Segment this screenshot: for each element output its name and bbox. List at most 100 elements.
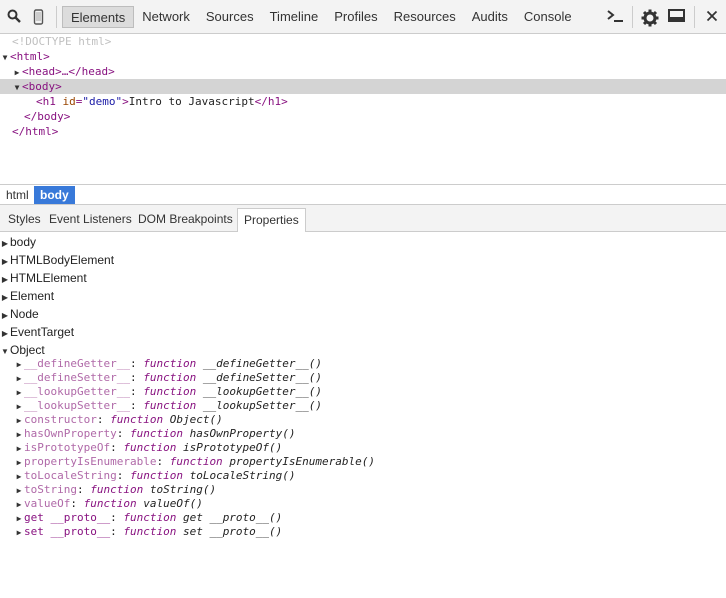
breadcrumb-body[interactable]: body — [34, 186, 75, 204]
property-type: function — [143, 399, 197, 412]
tab-event-listeners[interactable]: Event Listeners — [43, 208, 138, 232]
tab-resources[interactable]: Resources — [386, 6, 464, 28]
tab-timeline[interactable]: Timeline — [262, 6, 327, 28]
expanded-triangle-icon[interactable]: ▼ — [12, 80, 22, 95]
collapsed-triangle-icon[interactable]: ▶ — [14, 470, 24, 484]
property-group-htmlelement[interactable]: ▶ HTMLElement — [0, 269, 87, 287]
dom-node-h1[interactable]: <h1 id="demo">Intro to Javascript</h1> — [0, 94, 726, 109]
property-entry[interactable]: ▶ __defineSetter__: function __defineSett… — [14, 371, 322, 385]
h1-attr-value: "demo" — [82, 95, 123, 108]
property-signature: valueOf() — [143, 497, 203, 510]
property-entry[interactable]: ▶ __lookupGetter__: function __lookupGett… — [14, 385, 322, 399]
property-type: function — [83, 497, 137, 510]
property-group-label: HTMLElement — [10, 271, 87, 285]
property-signature: Object() — [169, 413, 223, 426]
collapsed-triangle-icon[interactable]: ▶ — [14, 372, 24, 386]
properties-pane: ▶ body ▶ HTMLBodyElement ▶ HTMLElement ▶ Ele… — [0, 232, 726, 598]
close-icon[interactable] — [704, 9, 720, 25]
property-name: constructor — [24, 413, 97, 426]
console-drawer-icon[interactable] — [606, 9, 624, 25]
h1-tag-name: h1 — [42, 95, 56, 108]
property-entry[interactable]: ▶ __defineGetter__: function __defineGett… — [14, 357, 322, 371]
expanded-triangle-icon[interactable]: ▼ — [0, 343, 10, 361]
property-group-htmlbodyelement[interactable]: ▶ HTMLBodyElement — [0, 251, 114, 269]
property-entry[interactable]: ▶ valueOf: function valueOf() — [14, 497, 203, 511]
collapsed-triangle-icon[interactable]: ▶ — [14, 400, 24, 414]
breadcrumb: html body — [0, 184, 726, 205]
tab-dom-breakpoints[interactable]: DOM Breakpoints — [132, 208, 239, 232]
property-entry[interactable]: ▶ propertyIsEnumerable: function property… — [14, 455, 375, 469]
expanded-triangle-icon[interactable]: ▼ — [0, 50, 10, 65]
property-name: toString — [24, 483, 77, 496]
property-separator: : — [129, 385, 144, 398]
tab-console[interactable]: Console — [516, 6, 580, 28]
property-group-label: Element — [10, 289, 55, 303]
tab-sources[interactable]: Sources — [198, 6, 262, 28]
property-group-body[interactable]: ▶ body — [0, 233, 36, 251]
tab-properties[interactable]: Properties — [237, 208, 306, 232]
property-group-label: Node — [10, 307, 39, 321]
collapsed-triangle-icon[interactable]: ▶ — [14, 414, 24, 428]
tab-audits[interactable]: Audits — [464, 6, 516, 28]
property-name: toLocaleString — [24, 469, 117, 482]
tab-network[interactable]: Network — [134, 6, 198, 28]
property-group-eventtarget[interactable]: ▶ EventTarget — [0, 323, 74, 341]
property-type: function — [129, 469, 183, 482]
property-group-label: EventTarget — [10, 325, 75, 339]
dock-icon[interactable] — [668, 9, 686, 25]
collapsed-triangle-icon[interactable]: ▶ — [14, 386, 24, 400]
device-icon[interactable] — [31, 9, 47, 25]
property-separator: : — [110, 525, 124, 538]
property-entry[interactable]: ▶ toString: function toString() — [14, 483, 217, 498]
property-type: function — [123, 511, 177, 524]
tab-profiles[interactable]: Profiles — [326, 6, 385, 28]
dom-node-doctype[interactable]: <!DOCTYPE html> — [0, 34, 726, 49]
html-open-tag: <html> — [10, 50, 50, 63]
property-signature: __defineGetter__() — [202, 357, 323, 370]
property-name: propertyIsEnumerable — [24, 455, 157, 468]
dom-node-body-close[interactable]: </body> — [0, 109, 726, 124]
toolbar-separator — [56, 6, 57, 28]
collapsed-triangle-icon[interactable]: ▶ — [14, 484, 24, 498]
collapsed-triangle-icon[interactable]: ▶ — [14, 456, 24, 470]
property-group-element[interactable]: ▶ Element — [0, 287, 54, 305]
dom-node-html[interactable]: ▼ <html> — [0, 49, 726, 64]
property-entry[interactable]: ▶ constructor: function Object() — [14, 413, 223, 427]
property-name: hasOwnProperty — [24, 427, 117, 440]
property-signature: isPrototypeOf() — [182, 441, 283, 454]
collapsed-triangle-icon[interactable]: ▶ — [12, 65, 22, 80]
collapsed-triangle-icon[interactable]: ▶ — [14, 358, 24, 372]
property-group-node[interactable]: ▶ Node — [0, 305, 39, 323]
property-signature: toLocaleString() — [189, 469, 296, 482]
property-entry[interactable]: ▶ __lookupSetter__: function __lookupSett… — [14, 399, 322, 413]
breadcrumb-html[interactable]: html — [0, 186, 35, 204]
property-separator: : — [129, 371, 144, 384]
panel-tabs: Elements Network Sources Timeline Profil… — [62, 6, 580, 28]
tab-styles[interactable]: Styles — [2, 208, 47, 232]
property-entry[interactable]: ▶ get __proto__: function get __proto__() — [14, 511, 283, 526]
property-separator: : — [156, 455, 170, 468]
property-entry[interactable]: ▶ set __proto__: function set __proto__() — [14, 525, 283, 540]
property-type: function — [123, 441, 177, 454]
collapsed-triangle-icon[interactable]: ▶ — [14, 498, 24, 512]
tab-elements[interactable]: Elements — [62, 6, 135, 28]
property-group-label: Object — [10, 343, 45, 357]
h1-attr-name: id — [62, 95, 76, 108]
dom-node-head[interactable]: ▶ <head>…</head> — [0, 64, 726, 79]
collapsed-triangle-icon[interactable]: ▶ — [14, 428, 24, 442]
collapsed-triangle-icon[interactable]: ▶ — [14, 526, 24, 540]
property-entry[interactable]: ▶ isPrototypeOf: function isPrototypeOf() — [14, 441, 283, 456]
property-separator: : — [96, 413, 111, 426]
property-separator: : — [129, 357, 144, 370]
search-icon[interactable] — [6, 9, 22, 25]
dom-node-html-close[interactable]: </html> — [0, 124, 726, 139]
settings-gear-icon[interactable] — [641, 9, 659, 27]
property-type: function — [143, 371, 197, 384]
property-entry[interactable]: ▶ hasOwnProperty: function hasOwnProperty… — [14, 427, 296, 441]
dom-node-body[interactable]: ▼ <body> — [0, 79, 726, 94]
property-entry[interactable]: ▶ toLocaleString: function toLocaleString… — [14, 469, 296, 483]
collapsed-triangle-icon[interactable]: ▶ — [14, 512, 24, 526]
collapsed-triangle-icon[interactable]: ▶ — [14, 442, 24, 456]
toolbar-separator — [694, 6, 695, 28]
property-signature: get __proto__() — [182, 511, 283, 524]
